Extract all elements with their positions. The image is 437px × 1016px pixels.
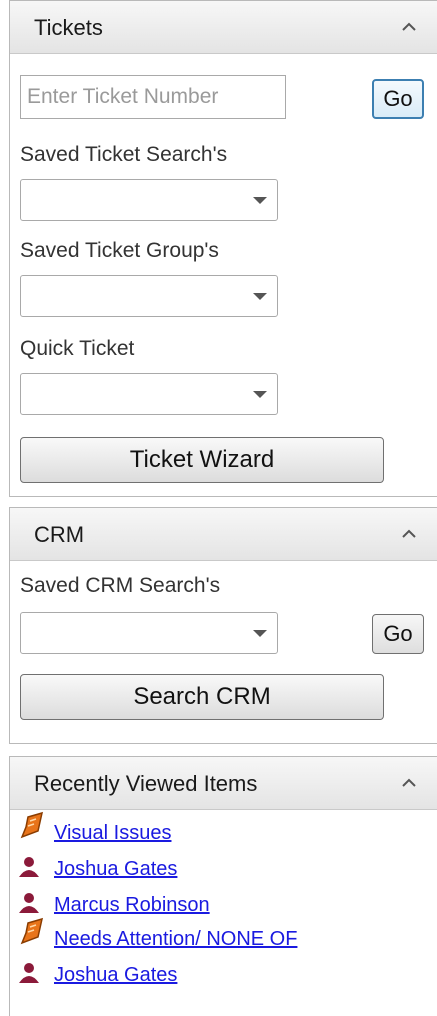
ticket-icon	[20, 811, 44, 839]
dropdown-arrow-icon	[253, 293, 267, 300]
person-icon	[19, 893, 39, 913]
recent-item-link[interactable]: Needs Attention/ NONE OF	[54, 928, 297, 951]
ticket-go-button[interactable]: Go	[372, 79, 424, 119]
saved-crm-search-label: Saved CRM Search's	[20, 574, 221, 597]
dropdown-arrow-icon	[253, 630, 267, 637]
recently-viewed-panel-title: Recently Viewed Items	[34, 771, 258, 796]
tickets-panel: Tickets Go Saved Ticket Search's Saved T…	[9, 0, 437, 497]
list-item[interactable]: Joshua Gates	[10, 853, 437, 887]
ticket-wizard-button[interactable]: Ticket Wizard	[20, 437, 384, 483]
list-item[interactable]: Visual Issues	[10, 811, 437, 851]
list-item[interactable]: Marcus Robinson	[10, 889, 437, 923]
crm-panel: CRM Saved CRM Search's Go Search CRM	[9, 507, 437, 744]
ticket-icon	[20, 917, 44, 945]
person-icon	[19, 963, 39, 983]
recently-viewed-panel: Recently Viewed Items Visual Issues Josh…	[9, 756, 437, 1016]
saved-ticket-search-select[interactable]	[20, 179, 278, 221]
dropdown-arrow-icon	[253, 197, 267, 204]
saved-ticket-group-select[interactable]	[20, 275, 278, 317]
tickets-panel-header[interactable]: Tickets	[10, 1, 437, 54]
crm-panel-title: CRM	[34, 522, 85, 547]
tickets-panel-title: Tickets	[34, 15, 103, 40]
recent-item-link[interactable]: Joshua Gates	[54, 858, 177, 881]
recent-item-link[interactable]: Marcus Robinson	[54, 894, 210, 917]
dropdown-arrow-icon	[253, 391, 267, 398]
list-item[interactable]: Joshua Gates	[10, 959, 437, 993]
saved-ticket-search-label: Saved Ticket Search's	[20, 143, 228, 166]
recently-viewed-panel-header[interactable]: Recently Viewed Items	[10, 757, 437, 810]
crm-go-button[interactable]: Go	[372, 614, 424, 654]
chevron-up-icon[interactable]	[399, 17, 419, 37]
recent-item-link[interactable]: Joshua Gates	[54, 964, 177, 987]
quick-ticket-label: Quick Ticket	[20, 337, 135, 360]
crm-panel-header[interactable]: CRM	[10, 508, 437, 561]
quick-ticket-select[interactable]	[20, 373, 278, 415]
ticket-number-input[interactable]	[20, 75, 286, 119]
list-item[interactable]: Needs Attention/ NONE OF	[10, 917, 437, 957]
saved-ticket-group-label: Saved Ticket Group's	[20, 239, 219, 262]
saved-crm-search-select[interactable]	[20, 612, 278, 654]
recent-item-link[interactable]: Visual Issues	[54, 822, 171, 845]
chevron-up-icon[interactable]	[399, 773, 419, 793]
person-icon	[19, 857, 39, 877]
chevron-up-icon[interactable]	[399, 524, 419, 544]
search-crm-button[interactable]: Search CRM	[20, 674, 384, 720]
